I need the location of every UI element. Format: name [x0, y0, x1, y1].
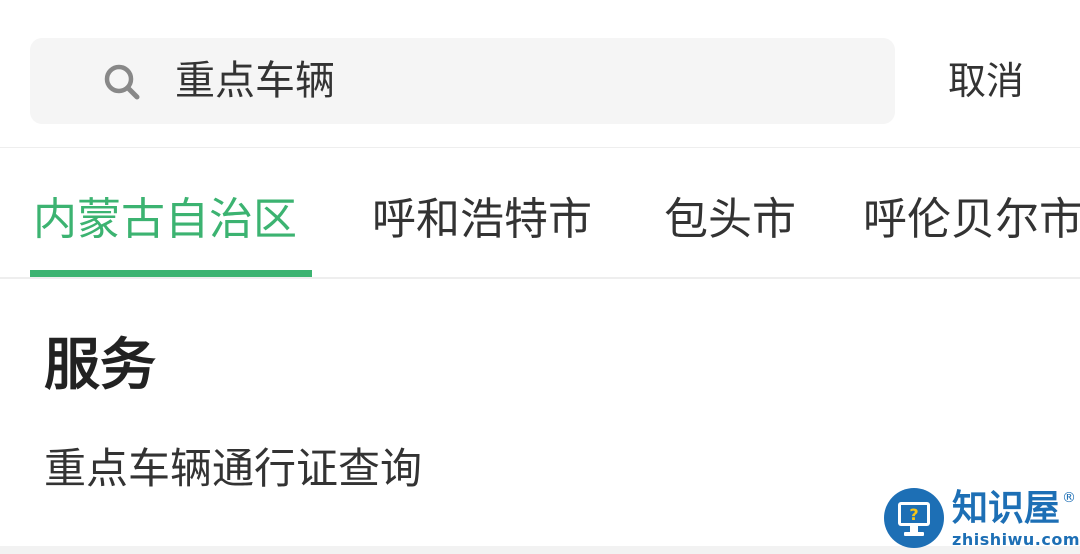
region-tabs: 内蒙古自治区 呼和浩特市 包头市 呼伦贝尔市 — [0, 148, 1080, 278]
watermark-domain: zhishiwu.com — [952, 530, 1080, 549]
svg-text:?: ? — [909, 505, 918, 524]
divider — [0, 277, 1080, 279]
watermark-logo-icon: ? — [884, 488, 944, 548]
active-tab-indicator — [30, 270, 312, 277]
tab-hohhot[interactable]: 呼和浩特市 — [372, 192, 592, 248]
service-item-vehicle-permit[interactable]: 重点车辆通行证查询 — [44, 442, 422, 496]
search-box[interactable] — [30, 38, 895, 124]
watermark-registered: ® — [1062, 490, 1076, 506]
search-icon — [104, 64, 140, 100]
search-input[interactable] — [175, 38, 865, 124]
tab-baotou[interactable]: 包头市 — [664, 192, 796, 248]
search-header: 取消 — [0, 0, 1080, 148]
cancel-button[interactable]: 取消 — [948, 57, 1024, 105]
tab-hulunbuir[interactable]: 呼伦贝尔市 — [863, 192, 1080, 248]
section-title: 服务 — [44, 333, 156, 398]
watermark-name: 知识屋 — [952, 487, 1061, 529]
watermark: ? 知识屋 ® zhishiwu.com — [880, 486, 1080, 554]
tab-inner-mongolia[interactable]: 内蒙古自治区 — [33, 192, 297, 248]
